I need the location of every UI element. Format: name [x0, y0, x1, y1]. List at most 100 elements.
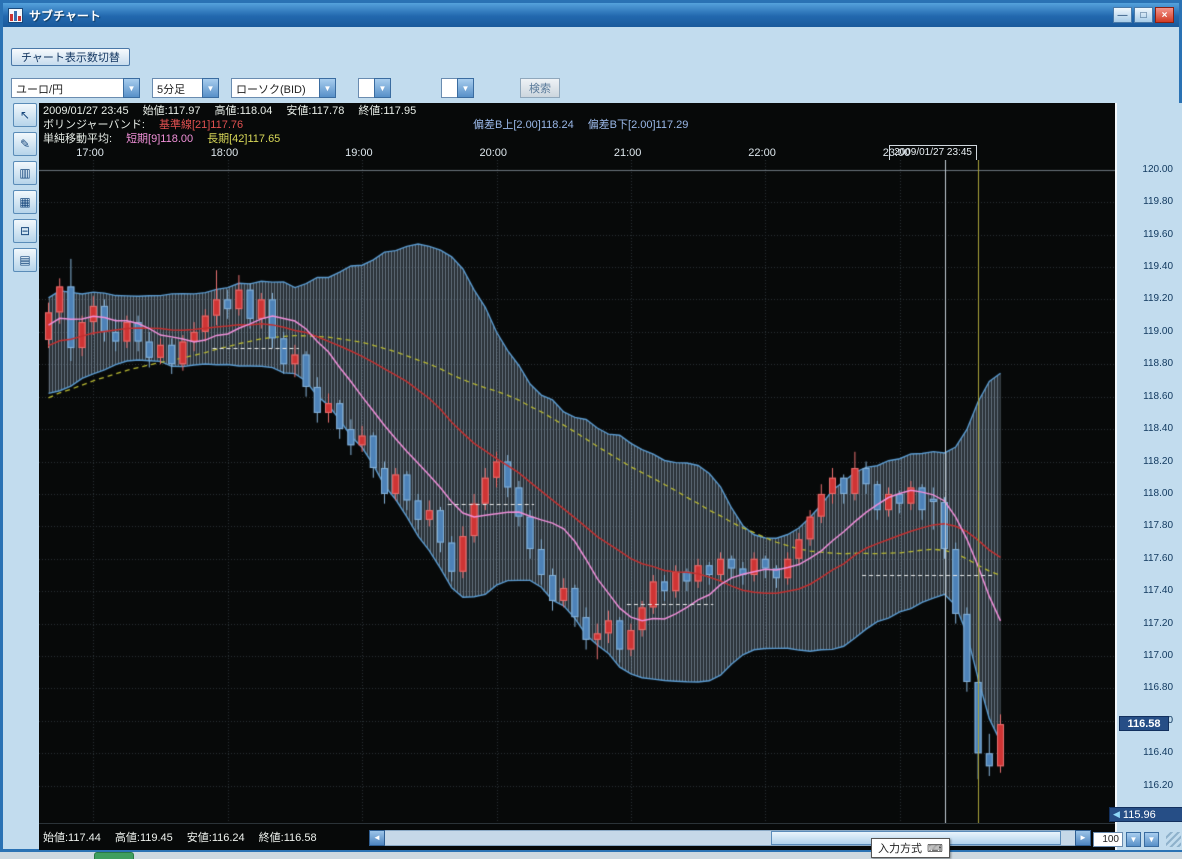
layout-tool-button[interactable]: ▤	[13, 248, 37, 272]
toolbar: ユーロ/円 ▼ 5分足 ▼ ローソク(BID) ▼ ▼ ▼ 検索	[11, 77, 560, 99]
bar-count-controls: 100 ▼ ▼	[1093, 832, 1181, 847]
left-pointer-icon: ◀	[1113, 809, 1120, 820]
info-high: 高値:118.04	[215, 104, 273, 118]
y-axis-label: 117.40	[1121, 585, 1173, 596]
info-datetime: 2009/01/27 23:45	[43, 104, 129, 118]
taskbar-fragment	[0, 852, 1182, 859]
scroll-left-icon: ◄	[373, 833, 381, 842]
info-open: 始値:117.97	[143, 104, 201, 118]
extra-combo-2-value	[441, 78, 457, 98]
price-marker-badge: ◀ 115.96	[1109, 807, 1182, 822]
chart-count-toggle-button[interactable]: チャート表示数切替	[11, 48, 130, 66]
window-controls: — □ ×	[1113, 7, 1174, 23]
resize-grip[interactable]	[1166, 832, 1181, 847]
chart-type-button[interactable]: ▥	[13, 161, 37, 185]
chart-icon: ▥	[19, 166, 30, 180]
y-axis-label: 117.00	[1121, 650, 1173, 661]
x-axis-label: 17:00	[76, 147, 104, 160]
price-marker-value: 115.96	[1123, 809, 1156, 821]
h-scrollbar[interactable]: ◄ ►	[369, 830, 1091, 846]
y-axis-label: 118.40	[1121, 423, 1173, 434]
app-icon	[8, 8, 23, 23]
chevron-down-icon[interactable]: ▼	[319, 78, 336, 98]
timeframe-combo[interactable]: 5分足 ▼	[152, 78, 219, 98]
scroll-left-button[interactable]: ◄	[369, 830, 385, 846]
y-axis-label: 116.80	[1121, 682, 1173, 693]
chevron-down-icon[interactable]: ▼	[123, 78, 140, 98]
y-axis-label: 119.80	[1121, 196, 1173, 207]
deviation-lower-value: 偏差B下[2.00]117.29	[588, 118, 689, 132]
y-axis-label: 118.00	[1121, 488, 1173, 499]
bollinger-info-row: ボリンジャーバンド: 基準線[21]117.76 偏差B上[2.00]118.2…	[39, 118, 1115, 132]
window-title: サブチャート	[29, 7, 101, 24]
chevron-down-icon[interactable]: ▼	[202, 78, 219, 98]
y-axis-label: 117.20	[1121, 618, 1173, 629]
y-axis-label: 118.60	[1121, 391, 1173, 402]
symbol-combo[interactable]: ユーロ/円 ▼	[11, 78, 140, 98]
chart-frame: 2009/01/27 23:45 始値:117.97 高値:118.04 安値:…	[39, 103, 1115, 850]
chart-style-combo[interactable]: ローソク(BID) ▼	[231, 78, 336, 98]
x-axis-label: 22:00	[748, 147, 776, 160]
ohlc-info-row: 2009/01/27 23:45 始値:117.97 高値:118.04 安値:…	[39, 104, 1115, 118]
info-close: 終値:117.95	[358, 104, 416, 118]
y-axis-label: 118.80	[1121, 358, 1173, 369]
y-axis-label: 119.00	[1121, 326, 1173, 337]
draw-tool-button[interactable]: ✎	[13, 132, 37, 156]
x-axis-label: 23:00	[883, 147, 911, 160]
scroll-right-button[interactable]: ►	[1075, 830, 1091, 846]
sub-chart-window: サブチャート — □ × チャート表示数切替 ユーロ/円 ▼ 5分足 ▼ ローソ…	[0, 0, 1182, 852]
bollinger-deviation-group: 偏差B上[2.00]118.24 偏差B下[2.00]117.29	[473, 118, 688, 132]
chevron-down-icon[interactable]: ▼	[374, 78, 391, 98]
price-axis: 116.58 ◀ 115.96 120.00119.80119.60119.40…	[1115, 103, 1182, 850]
app-icon-bar	[14, 11, 17, 21]
extra-combo-2[interactable]: ▼	[441, 78, 474, 98]
chart-style-combo-value: ローソク(BID)	[231, 78, 319, 98]
search-button[interactable]: 検索	[520, 78, 560, 98]
scroll-track[interactable]	[385, 830, 1075, 846]
chevron-down-icon: ▼	[1148, 835, 1156, 844]
pointer-icon: ↖	[20, 108, 30, 122]
y-axis-label: 117.60	[1121, 553, 1173, 564]
scale-dropdown-button[interactable]: ▼	[1144, 832, 1159, 847]
range-stats-bar: 始値:117.44 高値:119.45 安値:116.24 終値:116.58 …	[39, 823, 1115, 850]
timeframe-combo-value: 5分足	[152, 78, 202, 98]
app-icon-bar	[10, 14, 13, 21]
printer-icon: ⊟	[20, 224, 30, 238]
chevron-down-icon: ▼	[1130, 835, 1138, 844]
sma-label: 単純移動平均:	[43, 132, 112, 146]
info-low: 安値:117.78	[286, 104, 344, 118]
minimize-button[interactable]: —	[1113, 7, 1132, 23]
ime-tooltip: 入力方式 ⌨	[871, 838, 950, 858]
chevron-down-icon[interactable]: ▼	[457, 78, 474, 98]
bar-count-dropdown-button[interactable]: ▼	[1126, 832, 1141, 847]
deviation-upper-value: 偏差B上[2.00]118.24	[473, 118, 574, 132]
range-low: 安値:116.24	[187, 829, 245, 845]
y-axis-label: 116.20	[1121, 780, 1173, 791]
keyboard-icon: ⌨	[927, 842, 943, 855]
grid-tool-button[interactable]: ▦	[13, 190, 37, 214]
title-bar[interactable]: サブチャート — □ ×	[3, 3, 1179, 27]
candlestick-chart[interactable]	[39, 160, 1115, 823]
close-button[interactable]: ×	[1155, 7, 1174, 23]
current-price-badge: 116.58	[1119, 716, 1169, 731]
extra-combo-1-value	[358, 78, 374, 98]
pointer-tool-button[interactable]: ↖	[13, 103, 37, 127]
print-tool-button[interactable]: ⊟	[13, 219, 37, 243]
y-axis-label: 119.20	[1121, 293, 1173, 304]
pencil-icon: ✎	[20, 137, 30, 151]
maximize-icon: □	[1140, 10, 1146, 21]
extra-combo-1[interactable]: ▼	[358, 78, 391, 98]
maximize-button[interactable]: □	[1134, 7, 1153, 23]
grid-icon: ▦	[19, 195, 30, 209]
sma-info-row: 単純移動平均: 短期[9]118.00 長期[42]117.65	[39, 132, 1115, 146]
close-icon: ×	[1162, 10, 1168, 21]
bollinger-center-value: 基準線[21]117.76	[159, 118, 243, 132]
x-axis-label: 21:00	[614, 147, 642, 160]
bar-count-input[interactable]: 100	[1093, 832, 1123, 847]
bollinger-label: ボリンジャーバンド:	[43, 118, 145, 132]
app-icon-bar	[18, 16, 21, 21]
y-axis-label: 117.80	[1121, 520, 1173, 531]
sma-long-value: 長期[42]117.65	[207, 132, 280, 146]
sma-short-value: 短期[9]118.00	[126, 132, 193, 146]
y-axis-label: 119.60	[1121, 229, 1173, 240]
